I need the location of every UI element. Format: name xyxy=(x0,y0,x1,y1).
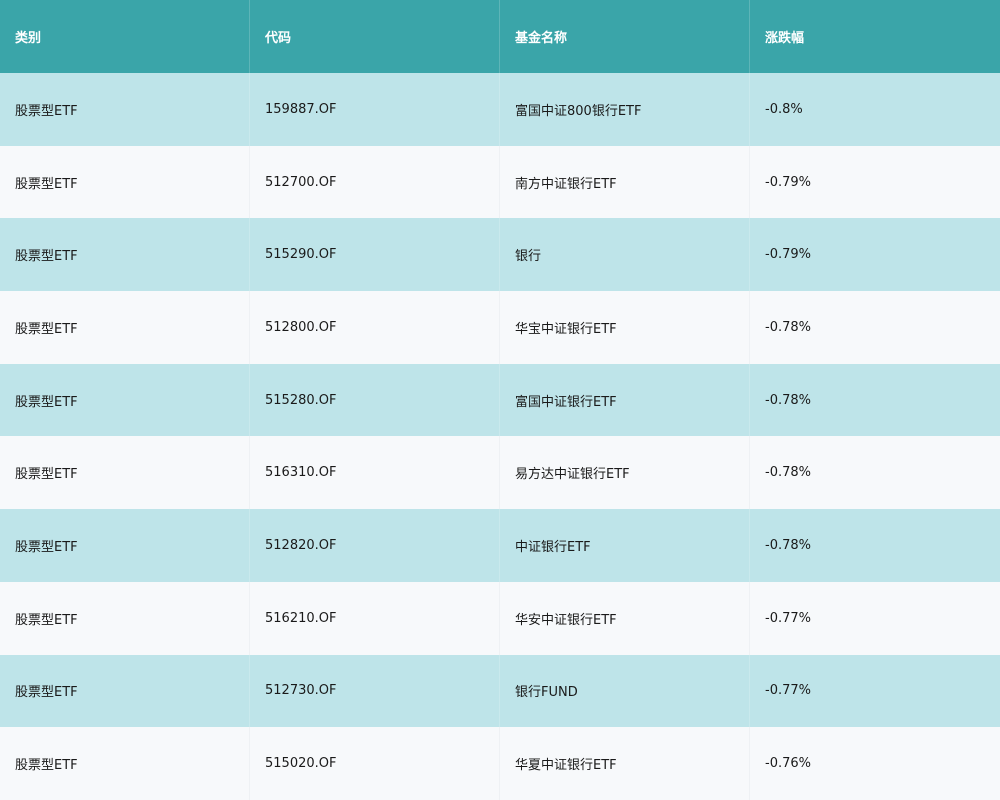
cell-fund-name: 华宝中证银行ETF xyxy=(500,291,750,364)
cell-change: -0.77% xyxy=(765,683,811,699)
table-row[interactable]: 股票型ETF 512800.OF 华宝中证银行ETF -0.78% xyxy=(0,291,1000,364)
table-row[interactable]: 股票型ETF 515280.OF 富国中证银行ETF -0.78% xyxy=(0,363,1000,437)
table-row[interactable]: 股票型ETF 159887.OF 富国中证800银行ETF -0.8% xyxy=(0,73,1000,146)
cell-category: 股票型ETF xyxy=(0,654,250,728)
cell-change: -0.78% xyxy=(765,319,811,335)
cell-change: -0.79% xyxy=(765,247,811,263)
cell-change: -0.77% xyxy=(765,610,811,626)
cell-fund-name: 中证银行ETF xyxy=(500,509,750,582)
cell-fund-name: 银行FUND xyxy=(500,654,750,728)
cell-category: 股票型ETF xyxy=(0,363,250,437)
cell-code: 516210.OF xyxy=(250,581,500,655)
cell-code: 515280.OF xyxy=(250,363,500,437)
column-header-code[interactable]: 代码 xyxy=(250,0,500,73)
cell-fund-name: 富国中证银行ETF xyxy=(500,363,750,437)
cell-category: 股票型ETF xyxy=(0,73,250,146)
table-row[interactable]: 股票型ETF 516310.OF 易方达中证银行ETF -0.78% xyxy=(0,436,1000,510)
cell-fund-name: 易方达中证银行ETF xyxy=(500,436,750,510)
fund-table: 类别 代码 基金名称 涨跌幅 股票型ETF 159887.OF 富国中证800银… xyxy=(0,0,1000,800)
cell-fund-name: 华安中证银行ETF xyxy=(500,581,750,655)
table-row[interactable]: 股票型ETF 516210.OF 华安中证银行ETF -0.77% xyxy=(0,581,1000,655)
cell-category: 股票型ETF xyxy=(0,727,250,800)
cell-change: -0.8% xyxy=(765,101,803,117)
cell-fund-name: 华夏中证银行ETF xyxy=(500,727,750,800)
table-row[interactable]: 股票型ETF 512700.OF 南方中证银行ETF -0.79% xyxy=(0,145,1000,219)
cell-change: -0.76% xyxy=(765,756,811,772)
cell-change: -0.79% xyxy=(765,174,811,190)
cell-category: 股票型ETF xyxy=(0,509,250,582)
cell-code: 512800.OF xyxy=(250,291,500,364)
cell-code: 516310.OF xyxy=(250,436,500,510)
cell-fund-name: 银行 xyxy=(500,218,750,292)
cell-code: 159887.OF xyxy=(250,73,500,146)
cell-code: 512820.OF xyxy=(250,509,500,582)
cell-category: 股票型ETF xyxy=(0,581,250,655)
table-row[interactable]: 股票型ETF 512820.OF 中证银行ETF -0.78% xyxy=(0,509,1000,582)
cell-change: -0.78% xyxy=(765,537,811,553)
cell-change: -0.78% xyxy=(765,392,811,408)
cell-code: 512700.OF xyxy=(250,145,500,219)
cell-code: 515020.OF xyxy=(250,727,500,800)
column-header-fund-name[interactable]: 基金名称 xyxy=(500,0,750,73)
column-header-category[interactable]: 类别 xyxy=(0,0,250,73)
cell-category: 股票型ETF xyxy=(0,436,250,510)
cell-fund-name: 富国中证800银行ETF xyxy=(500,73,750,146)
cell-category: 股票型ETF xyxy=(0,291,250,364)
table-row[interactable]: 股票型ETF 515020.OF 华夏中证银行ETF -0.76% xyxy=(0,727,1000,800)
cell-change: -0.78% xyxy=(765,465,811,481)
column-header-change[interactable]: 涨跌幅 xyxy=(750,0,1000,73)
cell-code: 512730.OF xyxy=(250,654,500,728)
table-row[interactable]: 股票型ETF 512730.OF 银行FUND -0.77% xyxy=(0,654,1000,728)
table-header-row: 类别 代码 基金名称 涨跌幅 xyxy=(0,0,1000,73)
cell-category: 股票型ETF xyxy=(0,218,250,292)
cell-fund-name: 南方中证银行ETF xyxy=(500,145,750,219)
cell-category: 股票型ETF xyxy=(0,145,250,219)
table-row[interactable]: 股票型ETF 515290.OF 银行 -0.79% xyxy=(0,218,1000,292)
cell-code: 515290.OF xyxy=(250,218,500,292)
